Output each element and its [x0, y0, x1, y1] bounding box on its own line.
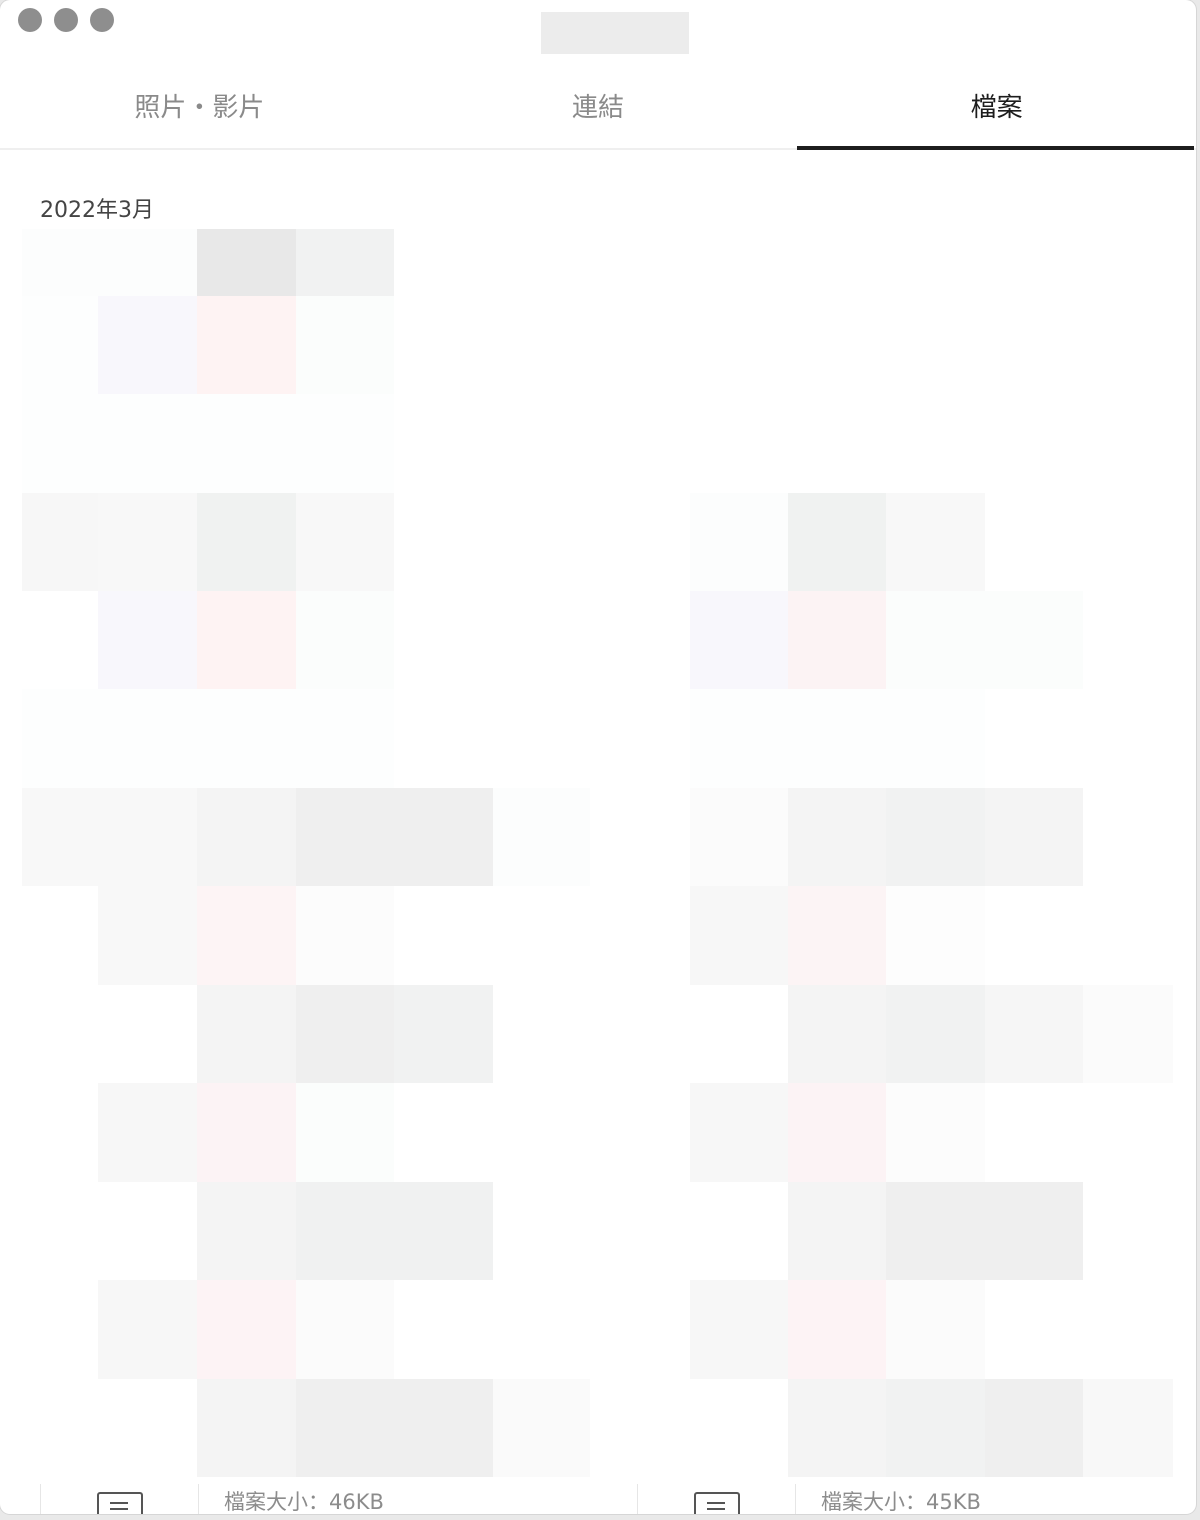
tab-photos-videos[interactable]: 照片・影片	[0, 72, 399, 148]
file-size-label: 檔案大小：46KB	[224, 1490, 384, 1514]
file-size-label: 檔案大小：45KB	[821, 1490, 981, 1514]
tab-bar: 照片・影片 連結 檔案	[0, 72, 1196, 150]
tab-links[interactable]: 連結	[399, 72, 798, 148]
window-title-redacted	[541, 12, 689, 54]
document-icon	[97, 1492, 143, 1514]
window-controls	[18, 8, 114, 32]
document-icon	[694, 1492, 740, 1514]
file-item[interactable]: 檔案大小：45KB	[637, 1484, 1196, 1514]
minimize-window-button[interactable]	[54, 8, 78, 32]
app-window: 照片・影片 連結 檔案 2022年3月 檔案大小：46KB 檔案大小：45KB	[0, 0, 1196, 1514]
file-item[interactable]: 檔案大小：46KB	[40, 1484, 600, 1514]
zoom-window-button[interactable]	[90, 8, 114, 32]
tab-files[interactable]: 檔案	[797, 72, 1196, 150]
redacted-file-previews	[0, 0, 1196, 1514]
section-date-header: 2022年3月	[40, 198, 154, 223]
close-window-button[interactable]	[18, 8, 42, 32]
